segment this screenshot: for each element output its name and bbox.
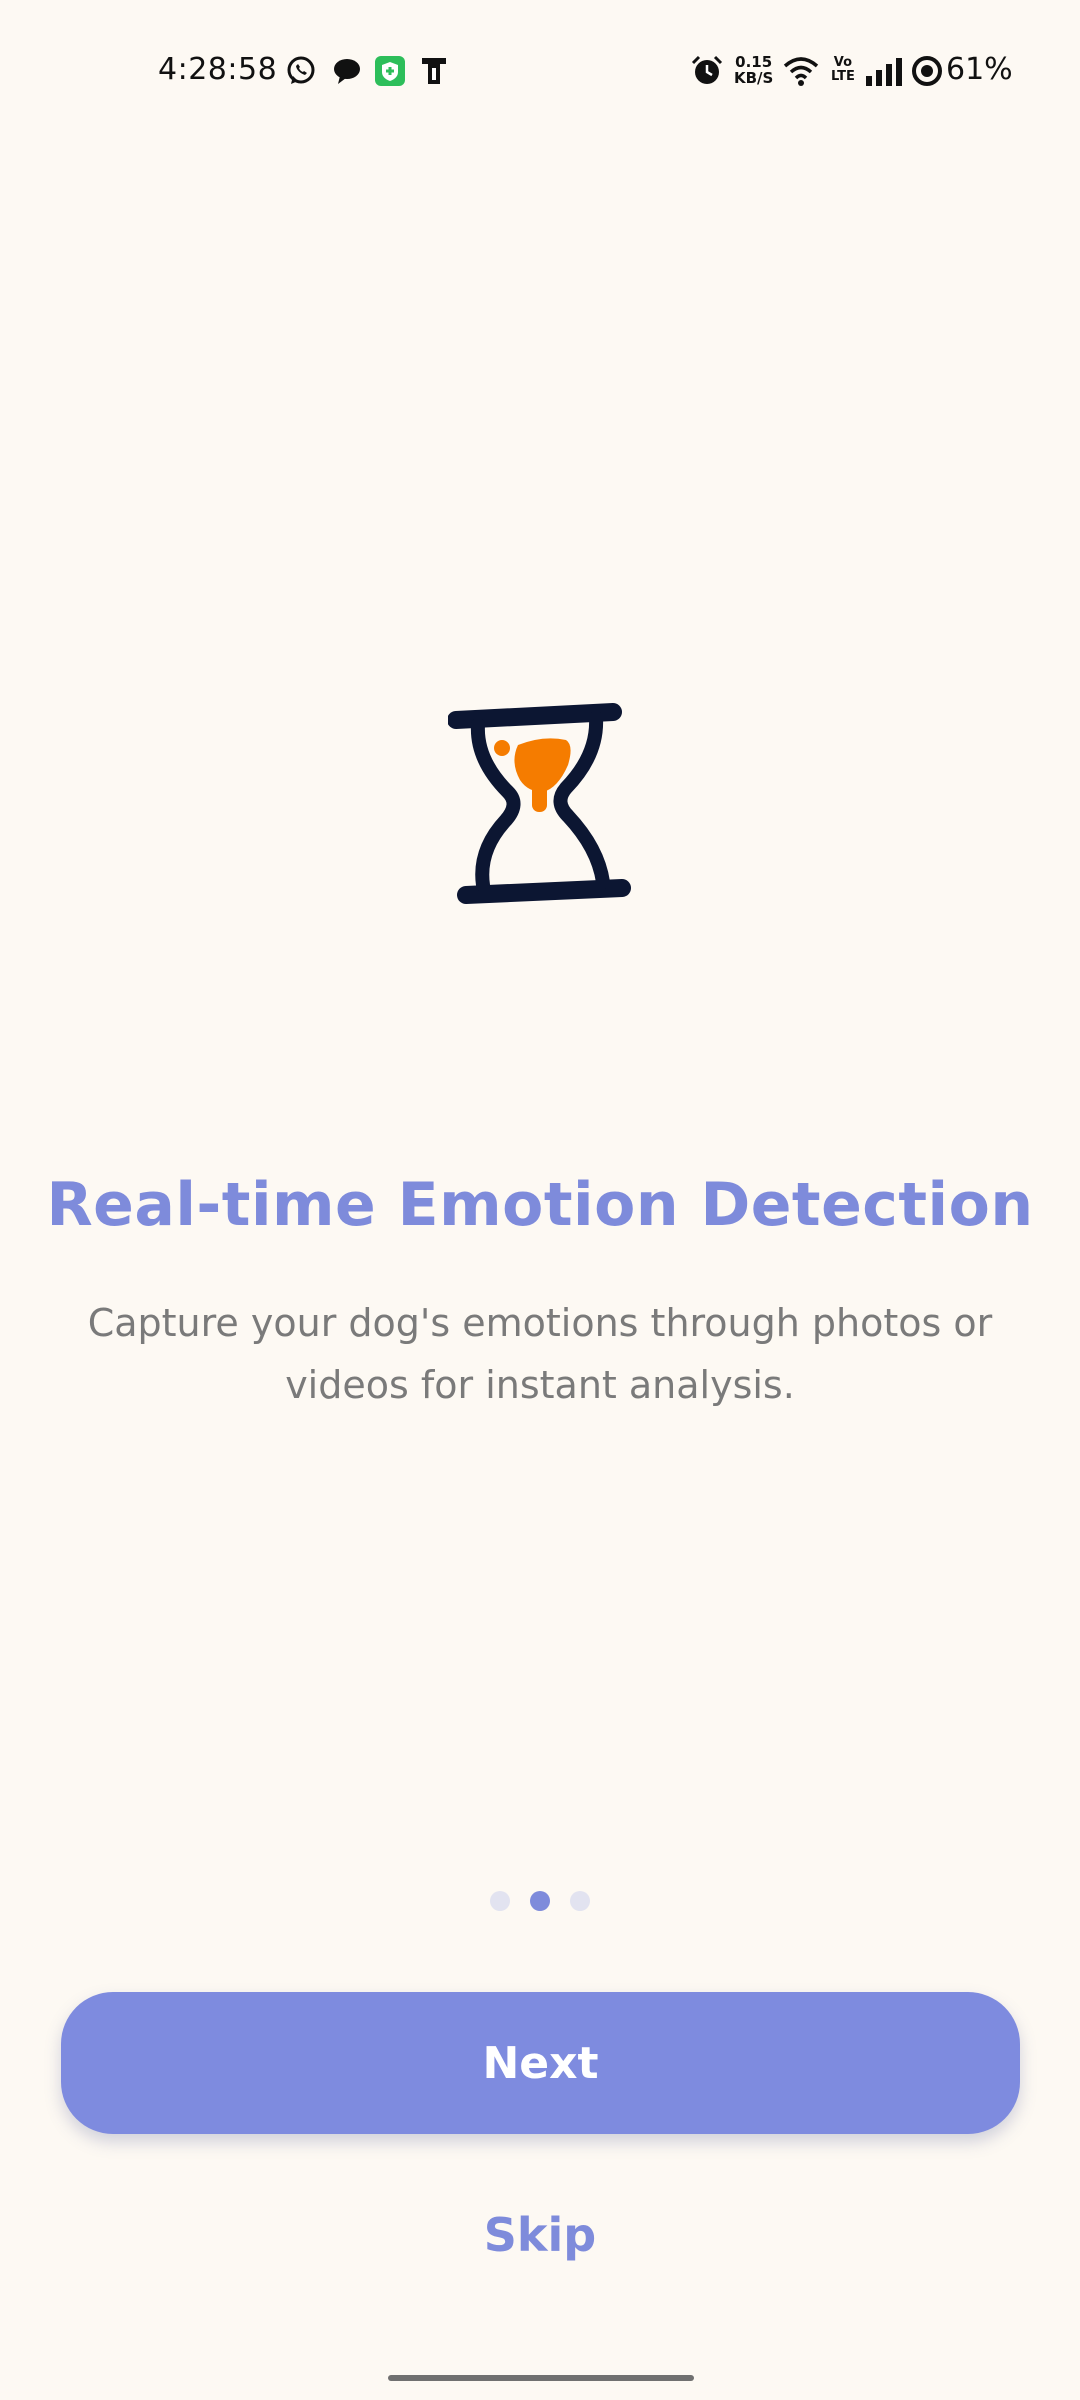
- battery-percentage: 61%: [946, 52, 1013, 87]
- status-bar: 4:28:58 0.15 KB/S Vo LTE 61%: [0, 0, 1080, 140]
- volte-top: Vo: [833, 55, 853, 70]
- volte-indicator: Vo LTE: [831, 56, 855, 84]
- page-dot-1[interactable]: [490, 1891, 510, 1911]
- hourglass-icon: [448, 703, 631, 904]
- alarm-icon: [691, 55, 723, 84]
- onboarding-title: Real-time Emotion Detection: [46, 1170, 1034, 1240]
- signal-bars-icon: [866, 58, 902, 86]
- onboarding-description: Capture your dog's emotions through phot…: [87, 1301, 993, 1407]
- shield-app-icon: [375, 56, 405, 86]
- network-speed: 0.15 KB/S: [734, 54, 773, 86]
- network-speed-unit: KB/S: [734, 69, 774, 87]
- wifi-icon: [783, 57, 819, 86]
- volte-bottom: LTE: [831, 69, 855, 84]
- skip-button-label: Skip: [483, 2208, 597, 2262]
- page-dot-3[interactable]: [570, 1891, 590, 1911]
- next-button[interactable]: Next: [61, 1992, 1020, 2134]
- message-bubble-icon: [334, 59, 360, 84]
- status-time: 4:28:58: [158, 52, 278, 87]
- network-speed-value: 0.15: [735, 53, 773, 71]
- battery-icon: [912, 56, 942, 86]
- skip-button[interactable]: Skip: [390, 2200, 690, 2270]
- whatsapp-icon: [287, 56, 315, 84]
- sim-card-icon: [422, 58, 446, 84]
- page-dot-2-active[interactable]: [530, 1891, 550, 1911]
- next-button-label: Next: [482, 2037, 599, 2089]
- home-indicator[interactable]: [388, 2375, 694, 2381]
- page-indicator: [0, 1891, 1080, 1911]
